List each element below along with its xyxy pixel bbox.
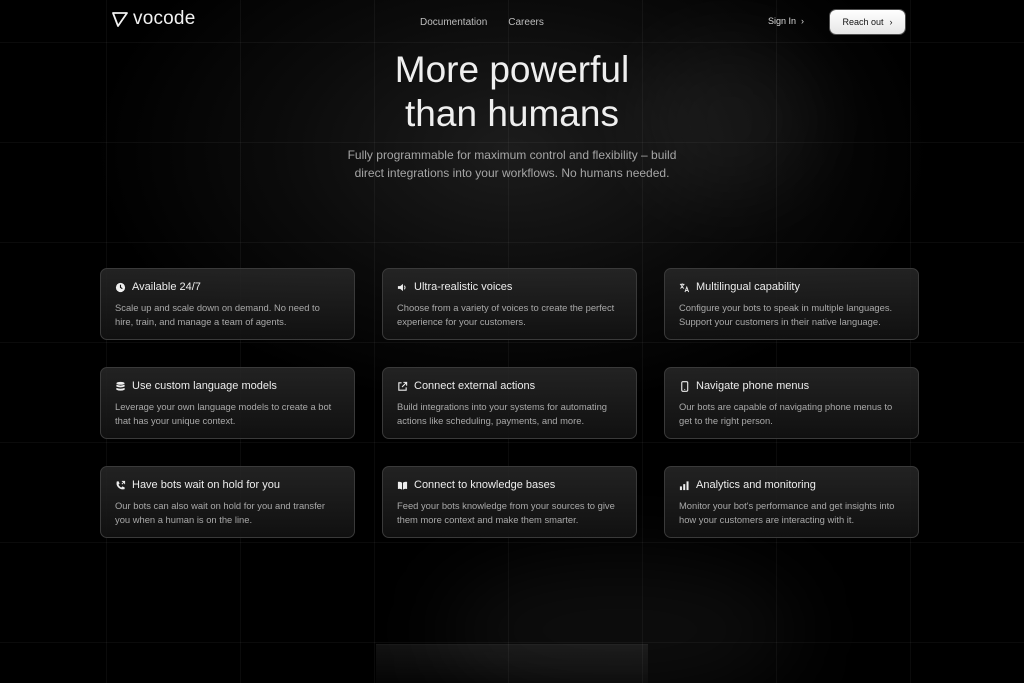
feature-description: Build integrations into your systems for… — [397, 401, 607, 426]
chevron-right-icon: › — [889, 16, 893, 27]
feature-description: Our bots are capable of navigating phone… — [679, 401, 893, 426]
hero-subtitle: Fully programmable for maximum control a… — [347, 148, 677, 180]
bar-chart-icon — [679, 480, 689, 490]
feature-card-available: Available 24/7 Scale up and scale down o… — [100, 268, 355, 340]
landing-page: vocode Documentation Careers Sign In › R… — [0, 0, 1024, 683]
database-icon — [116, 381, 125, 391]
feature-title: Use custom language models — [132, 380, 277, 392]
feature-card-voices: Ultra-realistic voices Choose from a var… — [382, 268, 637, 340]
feature-title: Connect to knowledge bases — [414, 479, 556, 491]
hero-title-line-1: More powerful — [394, 49, 630, 90]
feature-description: Configure your bots to speak in multiple… — [679, 302, 893, 327]
hero-title: More powerful than humans — [0, 48, 1024, 136]
feature-title: Have bots wait on hold for you — [132, 479, 280, 491]
feature-card-external-actions: Connect external actions Build integrati… — [382, 367, 637, 439]
feature-title: Navigate phone menus — [696, 380, 810, 392]
hero-title-line-2: than humans — [405, 93, 619, 134]
reach-out-label: Reach out — [842, 17, 884, 27]
chevron-right-icon: › — [801, 15, 805, 26]
site-header: vocode Documentation Careers Sign In › R… — [0, 0, 1024, 44]
logo-link[interactable]: vocode — [111, 8, 195, 30]
clock-icon — [115, 282, 126, 292]
feature-title: Ultra-realistic voices — [414, 281, 513, 293]
main-nav: Documentation Careers — [420, 17, 544, 28]
feature-description: Choose from a variety of voices to creat… — [397, 302, 615, 327]
feature-card-multilingual: Multilingual capability Configure your b… — [664, 268, 919, 340]
feature-description: Monitor your bot's performance and get i… — [679, 500, 895, 525]
feature-card-phone-menus: Navigate phone menus Our bots are capabl… — [664, 367, 919, 439]
feature-title: Connect external actions — [414, 380, 536, 392]
sign-in-label: Sign In — [768, 16, 797, 26]
feature-description: Feed your bots knowledge from your sourc… — [397, 500, 615, 525]
feature-title: Available 24/7 — [132, 281, 201, 293]
logo-triangle-icon — [112, 12, 128, 27]
feature-description: Leverage your own language models to cre… — [115, 401, 332, 426]
nav-documentation[interactable]: Documentation — [420, 17, 487, 28]
phone-icon — [681, 380, 689, 392]
feature-title: Multilingual capability — [696, 281, 800, 293]
feature-description: Scale up and scale down on demand. No ne… — [115, 302, 320, 327]
sign-in-link[interactable]: Sign In › — [768, 16, 804, 26]
logo-text: vocode — [133, 8, 196, 29]
external-link-icon — [398, 381, 408, 391]
translate-icon — [679, 282, 690, 292]
speaker-icon — [397, 283, 406, 291]
bottom-highlight-strip — [376, 644, 648, 683]
nav-careers[interactable]: Careers — [508, 17, 544, 28]
feature-title: Analytics and monitoring — [696, 479, 816, 491]
book-icon — [397, 481, 408, 490]
feature-card-wait-on-hold: Have bots wait on hold for you Our bots … — [100, 466, 355, 538]
feature-description: Our bots can also wait on hold for you a… — [115, 500, 326, 525]
feature-card-analytics: Analytics and monitoring Monitor your bo… — [664, 466, 919, 538]
reach-out-button[interactable]: Reach out › — [830, 10, 905, 34]
feature-card-custom-models: Use custom language models Leverage your… — [100, 367, 355, 439]
feature-card-knowledge-bases: Connect to knowledge bases Feed your bot… — [382, 466, 637, 538]
phone-forward-icon — [116, 480, 126, 489]
